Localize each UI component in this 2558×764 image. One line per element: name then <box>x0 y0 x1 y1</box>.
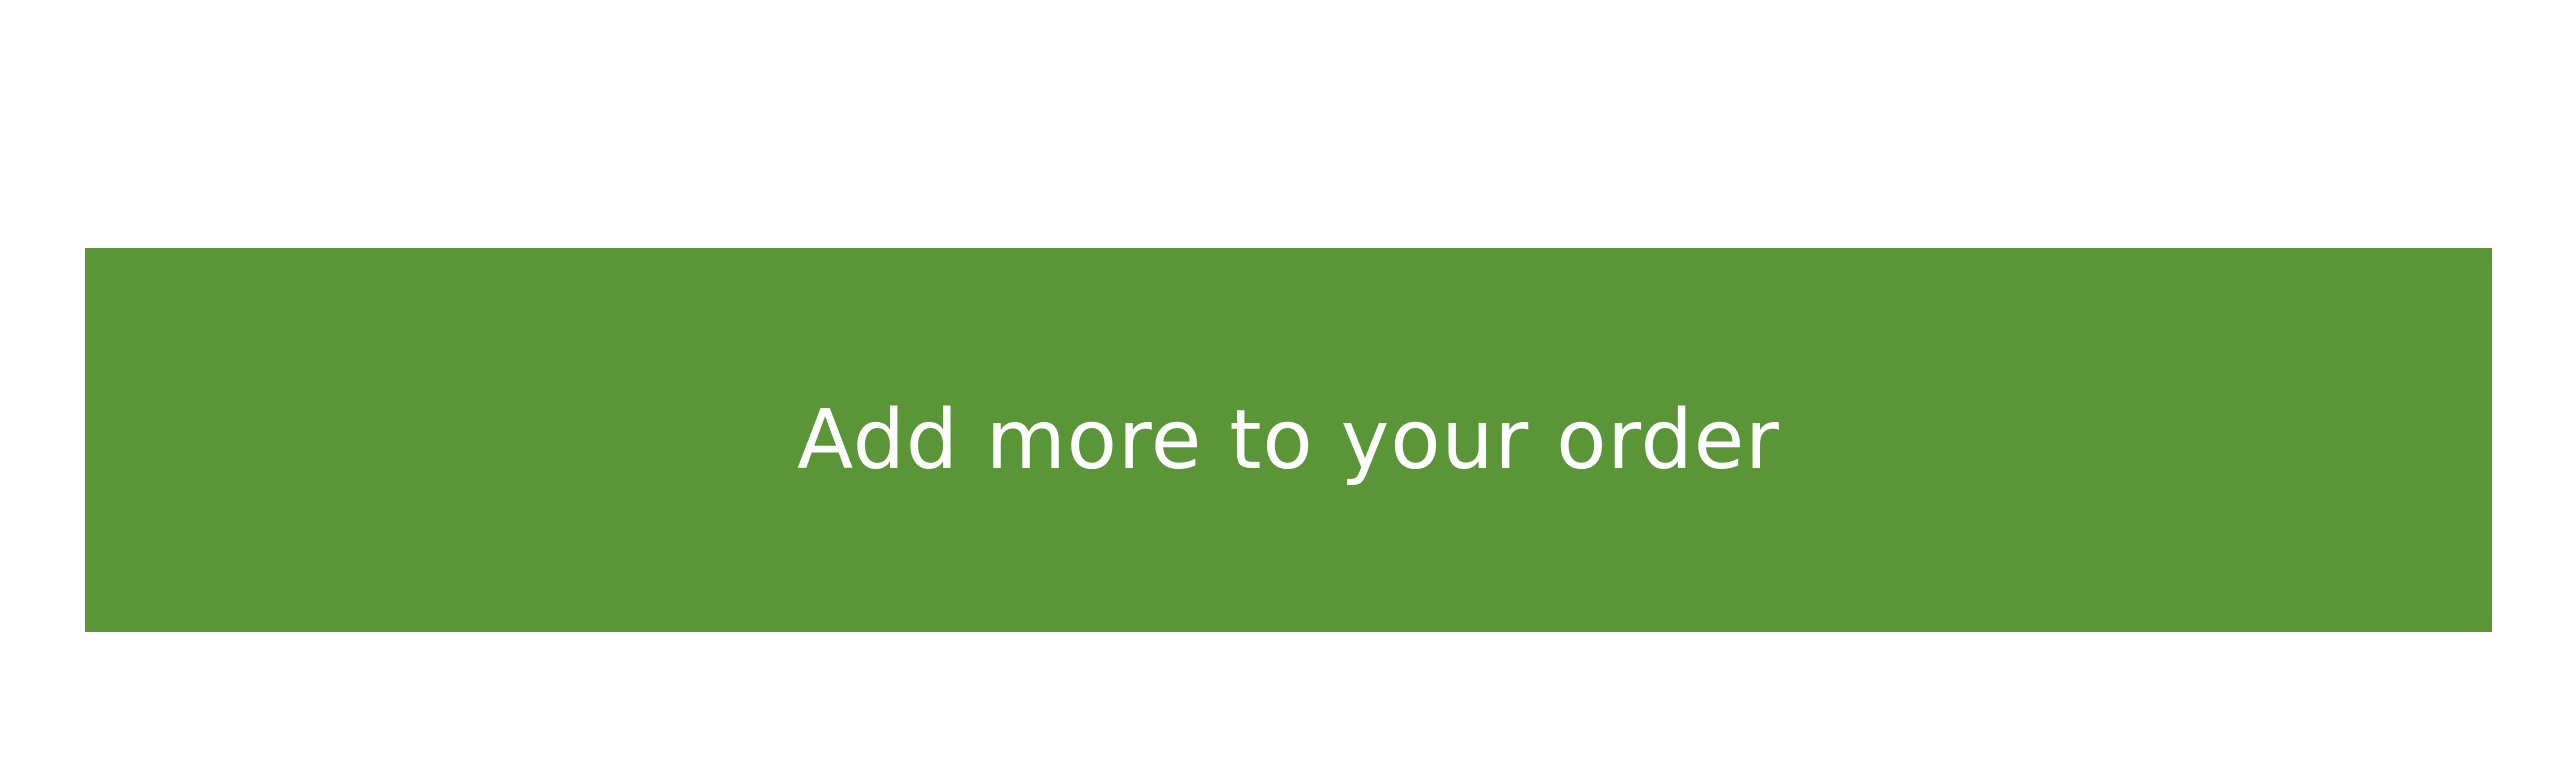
add-more-to-order-button[interactable]: Add more to your order <box>85 248 2492 632</box>
add-more-to-order-label: Add more to your order <box>797 392 1780 488</box>
page: Add more to your order <box>0 0 2558 764</box>
